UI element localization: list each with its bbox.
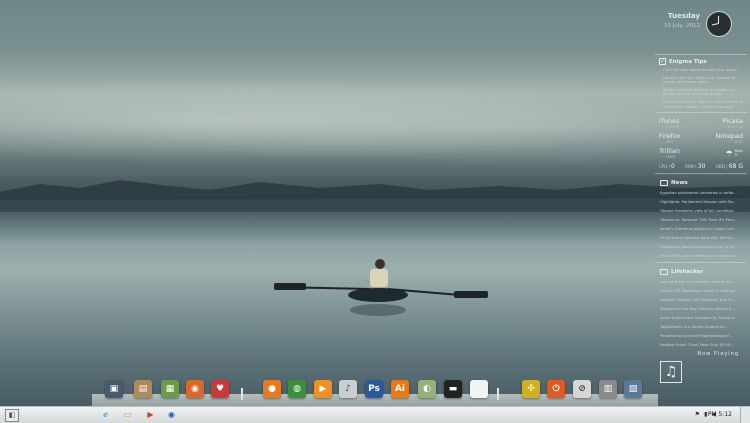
dock-separator [497,388,499,400]
dock-documents-icon[interactable]: ▤ [134,380,152,398]
news-header[interactable]: News [660,180,747,187]
news-item[interactable]: FX to Spend Spanish Bank Aid, the Su... [660,235,747,240]
dock-itunes-icon[interactable]: ♪ [339,380,357,398]
checkbox-icon[interactable]: ✓ [659,58,666,65]
news-item[interactable]: Israel's Olmert acquitted on major corr.… [660,226,747,231]
lifehacker-item[interactable]: How to Break Into Hobbies with an Int... [660,279,747,284]
dock-firefox-icon[interactable]: ● [263,380,281,398]
tip-item: Middle click the Sidebar or Taskbar to c… [663,86,735,97]
launcher-firefox[interactable]: Firefox NET [659,132,701,144]
lifehacker-item[interactable]: Avoid Autocorrect Mistakes by Typing a..… [660,315,747,320]
launcher-trillian[interactable]: Trillian CHAT [659,147,701,159]
weather-widget[interactable]: ☂ Rain 5 [701,147,743,159]
lifehacker-item[interactable]: Google+ Events, iOS Podcasts, and Fa... [660,297,747,302]
dock-favorites-icon[interactable]: ♥ [211,380,229,398]
lifehacker-item[interactable]: Postbox Email Client Now Only $9.99... [660,342,747,347]
dock: ▣ ▤ ▦ ◉ ♥ ● ◍ ▶ ♪ Ps Ai ◐ ▬ ✣ ⏻ ⊘ ▥ ▧ [0,380,750,402]
tip-item: Click the icon above to edit your notes! [663,67,738,72]
analog-clock-icon[interactable] [706,11,732,37]
news-item[interactable]: PM and HF police drivers set to receive.… [660,253,747,258]
dock-tools-icon[interactable]: ✣ [522,380,540,398]
tips-title: Enigma Tips [669,58,707,65]
divider [655,173,747,175]
dock-control-panel-icon[interactable]: ▧ [624,380,642,398]
taskbar-clock[interactable]: PM 5:12 [708,411,732,418]
dock-illustrator-icon[interactable]: Ai [391,380,409,398]
now-playing-label: Now Playing [697,351,739,358]
divider [655,54,747,55]
app-launcher-grid: iTunes PLAYER Picasa PHOTOS Firefox NET Not… [659,117,743,159]
dock-globe-icon[interactable]: ◐ [418,380,436,398]
dock-terminal-icon[interactable]: ▬ [444,380,462,398]
news-title: News [671,180,688,187]
launcher-picasa[interactable]: Picasa PHOTOS [701,117,743,129]
hdd-stat: HDD | 68 G [715,163,743,171]
dock-photoshop-icon[interactable]: Ps [365,380,383,398]
start-button[interactable]: ◧ [5,409,19,422]
divider [655,262,747,264]
dock-pictures-icon[interactable]: ▦ [161,380,179,398]
tip-item: Double-click the Sidebar or Taskbar to r… [663,74,736,85]
dock-blank-icon[interactable] [470,380,488,398]
network-icon[interactable]: ◉ [166,409,177,420]
system-stats: CPU | 0 RAM | 30 HDD | 68 G [659,163,743,170]
tip-item: Middle-click other skins to refresh them… [663,98,745,109]
dock-separator [241,388,243,400]
weather-value: 5 [734,152,738,158]
book-icon [660,180,668,187]
cpu-stat: CPU | 0 [659,163,675,171]
wallpaper-mountains [0,180,750,212]
dock-computer-icon[interactable]: ▣ [105,380,123,398]
launcher-notepad[interactable]: Notepad TEXT [701,132,743,144]
dock-no-entry-icon[interactable]: ⊘ [573,380,591,398]
dock-trash-icon[interactable]: ▥ [599,380,617,398]
news-item[interactable]: Congolese Warlord Sentenced to 14 Ye... [660,244,747,249]
dock-music-icon[interactable]: ◉ [186,380,204,398]
ram-stat: RAM | 30 [685,163,706,171]
tips-header[interactable]: ✓ Enigma Tips [659,58,747,65]
launcher-itunes[interactable]: iTunes PLAYER [659,117,701,129]
lifehacker-title: Lifehacker [671,269,704,276]
internet-explorer-icon[interactable]: ℯ [100,409,111,420]
news-item[interactable]: Egyptian parliament convenes in defia... [660,190,747,195]
windows-media-icon[interactable]: ▶ [145,409,156,420]
weekday-label: Tuesday [668,12,700,20]
wallpaper-rowboat [274,259,488,316]
dock-media-player-icon[interactable]: ▶ [314,380,332,398]
news-item[interactable]: Obama threatens veto of bill condition..… [660,208,747,213]
lifehacker-header[interactable]: Lifehacker [660,269,747,276]
umbrella-icon: ☂ [725,148,733,158]
dock-chrome-icon[interactable]: ◍ [288,380,306,398]
enigma-sidebar: ✓ Enigma Tips Click the icon above to ed… [655,52,747,384]
folder-icon[interactable]: ▭ [122,409,133,420]
date-label: 10 July, 2012 [663,23,700,29]
dock-power-icon[interactable]: ⏻ [547,380,565,398]
lifehacker-item[interactable]: TagAllBooks Is a Search Engine for... [660,324,747,329]
divider [655,112,747,114]
flag-icon[interactable]: ⚑ [695,411,700,418]
book-icon [660,269,668,276]
show-desktop-button[interactable] [740,407,750,423]
wallpaper-clouds [0,70,750,170]
news-item[interactable]: Highlights: Parliament Session with Bu..… [660,199,747,204]
taskbar: ◧ ℯ ▭ ▶ ◉ ⚑ ▮ ◀ PM 5:12 [0,406,750,423]
news-item[interactable]: Obama vs. Romney: This Time It's Pers... [660,217,747,222]
lifehacker-item[interactable]: Reasons of the Day: Get Jelly Beans A... [660,306,747,311]
lifehacker-item[interactable]: Intro to 3D Modeling, Lesson 1: Getting.… [660,288,747,293]
date-display: Tuesday 10 July, 2012 [664,12,700,29]
lifehacker-item[interactable]: Powered by Android Fragmentation?... [660,333,747,338]
